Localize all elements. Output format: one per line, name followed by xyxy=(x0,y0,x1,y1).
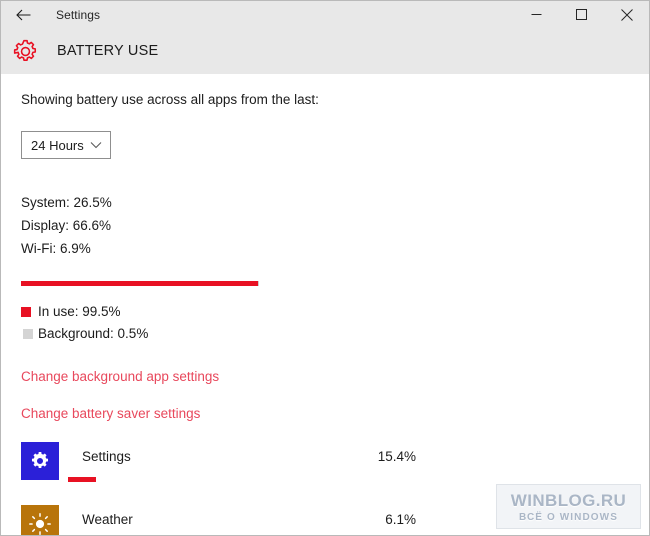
usage-progress-fill xyxy=(21,281,258,286)
window-titlebar: Settings xyxy=(1,1,649,28)
time-range-value: 24 Hours xyxy=(31,137,84,153)
content-area: Showing battery use across all apps from… xyxy=(1,74,649,535)
stat-display: Display: 66.6% xyxy=(21,218,112,233)
maximize-button[interactable] xyxy=(559,1,604,28)
gear-icon xyxy=(10,36,40,66)
legend-swatch-background xyxy=(23,329,33,339)
legend-label-background: Background: 0.5% xyxy=(38,326,149,341)
stat-wifi: Wi-Fi: 6.9% xyxy=(21,241,91,256)
window-controls xyxy=(514,1,649,28)
watermark-sub-text: ВСЁ О WINDOWS xyxy=(519,511,618,523)
window-title: Settings xyxy=(56,7,101,22)
watermark: WINBLOG.RU ВСЁ О WINDOWS xyxy=(496,484,641,529)
legend-row-in-use: In use: 99.5% xyxy=(21,301,649,323)
usage-legend: In use: 99.5% Background: 0.5% xyxy=(21,301,649,345)
link-change-battery-saver-settings[interactable]: Change battery saver settings xyxy=(21,405,200,422)
app-usage-bar-settings xyxy=(68,477,96,482)
app-percent-weather: 6.1% xyxy=(385,512,416,527)
weather-app-icon xyxy=(21,505,59,535)
settings-window: Settings BATTERY USE Showing battery use… xyxy=(0,0,650,536)
back-arrow-icon xyxy=(15,9,31,21)
settings-app-icon xyxy=(21,442,59,480)
close-button[interactable] xyxy=(604,1,649,28)
stat-system: System: 26.5% xyxy=(21,195,112,210)
page-title: BATTERY USE xyxy=(57,43,159,59)
battery-stats-list: System: 26.5% Display: 66.6% Wi-Fi: 6.9% xyxy=(21,191,649,260)
legend-label-in-use: In use: 99.5% xyxy=(38,304,121,319)
watermark-main-text: WINBLOG.RU xyxy=(510,490,627,510)
legend-swatch-in-use xyxy=(21,307,31,317)
maximize-icon xyxy=(576,9,587,20)
settings-links: Change background app settings Change ba… xyxy=(21,368,649,422)
minimize-button[interactable] xyxy=(514,1,559,28)
usage-progress-bar xyxy=(21,281,259,286)
chevron-down-icon xyxy=(90,141,102,149)
intro-text: Showing battery use across all apps from… xyxy=(21,92,319,107)
time-range-dropdown[interactable]: 24 Hours xyxy=(21,131,111,159)
app-percent-settings: 15.4% xyxy=(377,449,416,464)
app-name-settings: Settings xyxy=(82,449,131,464)
back-button[interactable] xyxy=(1,1,45,28)
legend-row-background: Background: 0.5% xyxy=(21,323,649,345)
minimize-icon xyxy=(531,9,542,20)
close-icon xyxy=(620,8,633,21)
page-header: BATTERY USE xyxy=(1,28,649,74)
app-name-weather: Weather xyxy=(82,512,133,527)
link-change-background-app-settings[interactable]: Change background app settings xyxy=(21,368,219,385)
